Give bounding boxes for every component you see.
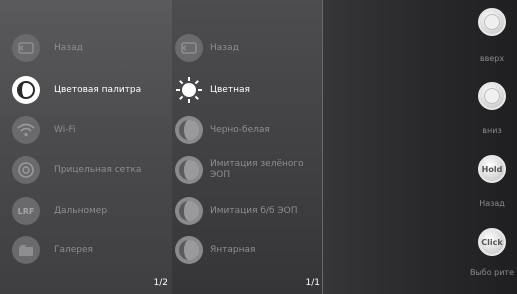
palette-item-label: Имитация зелёного ЭОП: [210, 159, 304, 180]
palette-option-icon: [175, 236, 203, 264]
palette-icon: [12, 76, 40, 104]
main-menu-item-label: Дальномер: [54, 205, 108, 216]
palette-item-label: Янтарная: [210, 244, 256, 255]
back-icon: [12, 34, 40, 62]
gallery-icon: [12, 236, 40, 264]
up-button-label: вверх: [479, 54, 505, 63]
palette-item-back[interactable]: Назад: [172, 28, 322, 68]
palette-item-label: Имитация б/б ЭОП: [210, 205, 298, 216]
palette-item-label: Цветная: [210, 84, 250, 95]
hold-button-label: Назад: [479, 199, 505, 208]
palette-item-label: Назад: [210, 42, 239, 53]
main-menu-pager: 1/2: [153, 278, 168, 288]
palette-menu-pager: 1/1: [305, 278, 320, 288]
palette-item-color[interactable]: Цветная: [172, 70, 322, 110]
lrf-glyph: LRF: [17, 206, 35, 216]
palette-submenu-panel: Назад Цветная Черно-белая Имитация зелён…: [172, 0, 322, 294]
button-circle-icon: [484, 88, 500, 104]
palette-item-green-nvd[interactable]: Имитация зелёного ЭОП: [172, 150, 322, 190]
reticle-icon: [12, 156, 40, 184]
main-menu-item-label: Прицельная сетка: [54, 164, 142, 175]
wifi-icon: [12, 116, 40, 144]
main-menu-item-label: Wi-Fi: [54, 124, 76, 135]
main-menu-item-label: Галерея: [54, 244, 93, 255]
hold-glyph: Hold: [481, 164, 503, 174]
main-menu-item-label: Назад: [54, 42, 83, 53]
click-glyph: Click: [481, 237, 503, 247]
button-circle-icon: [484, 14, 500, 30]
back-icon: [175, 34, 203, 62]
click-button[interactable]: Click: [478, 228, 506, 256]
palette-option-icon: [175, 156, 203, 184]
main-menu-item-rangefinder[interactable]: LRF Дальномер: [0, 191, 172, 231]
sun-icon: [175, 76, 203, 104]
main-menu-item-gallery[interactable]: Галерея: [0, 230, 172, 270]
main-menu-item-label: Цветовая палитра: [54, 84, 142, 95]
main-menu-item-palette[interactable]: Цветовая палитра: [0, 70, 172, 110]
down-button[interactable]: [478, 82, 506, 110]
main-menu-item-wifi[interactable]: Wi-Fi: [0, 110, 172, 150]
panel-divider: [322, 0, 323, 294]
main-menu-item-back[interactable]: Назад: [0, 28, 172, 68]
palette-option-icon: [175, 116, 203, 144]
lrf-icon: LRF: [12, 197, 40, 225]
click-button-label: Выбо рите: [469, 268, 515, 277]
palette-option-icon: [175, 197, 203, 225]
down-button-label: вниз: [482, 126, 502, 135]
palette-item-label: Черно-белая: [210, 124, 270, 135]
up-button[interactable]: [478, 8, 506, 36]
palette-item-bw-nvd[interactable]: Имитация б/б ЭОП: [172, 191, 322, 231]
hold-button[interactable]: Hold: [478, 155, 506, 183]
main-menu-panel: Назад Цветовая палитра Wi-Fi Прицельная …: [0, 0, 172, 294]
palette-item-amber[interactable]: Янтарная: [172, 230, 322, 270]
palette-item-bw[interactable]: Черно-белая: [172, 110, 322, 150]
device-screen: Назад Цветовая палитра Wi-Fi Прицельная …: [0, 0, 517, 294]
main-menu-item-reticle[interactable]: Прицельная сетка: [0, 150, 172, 190]
